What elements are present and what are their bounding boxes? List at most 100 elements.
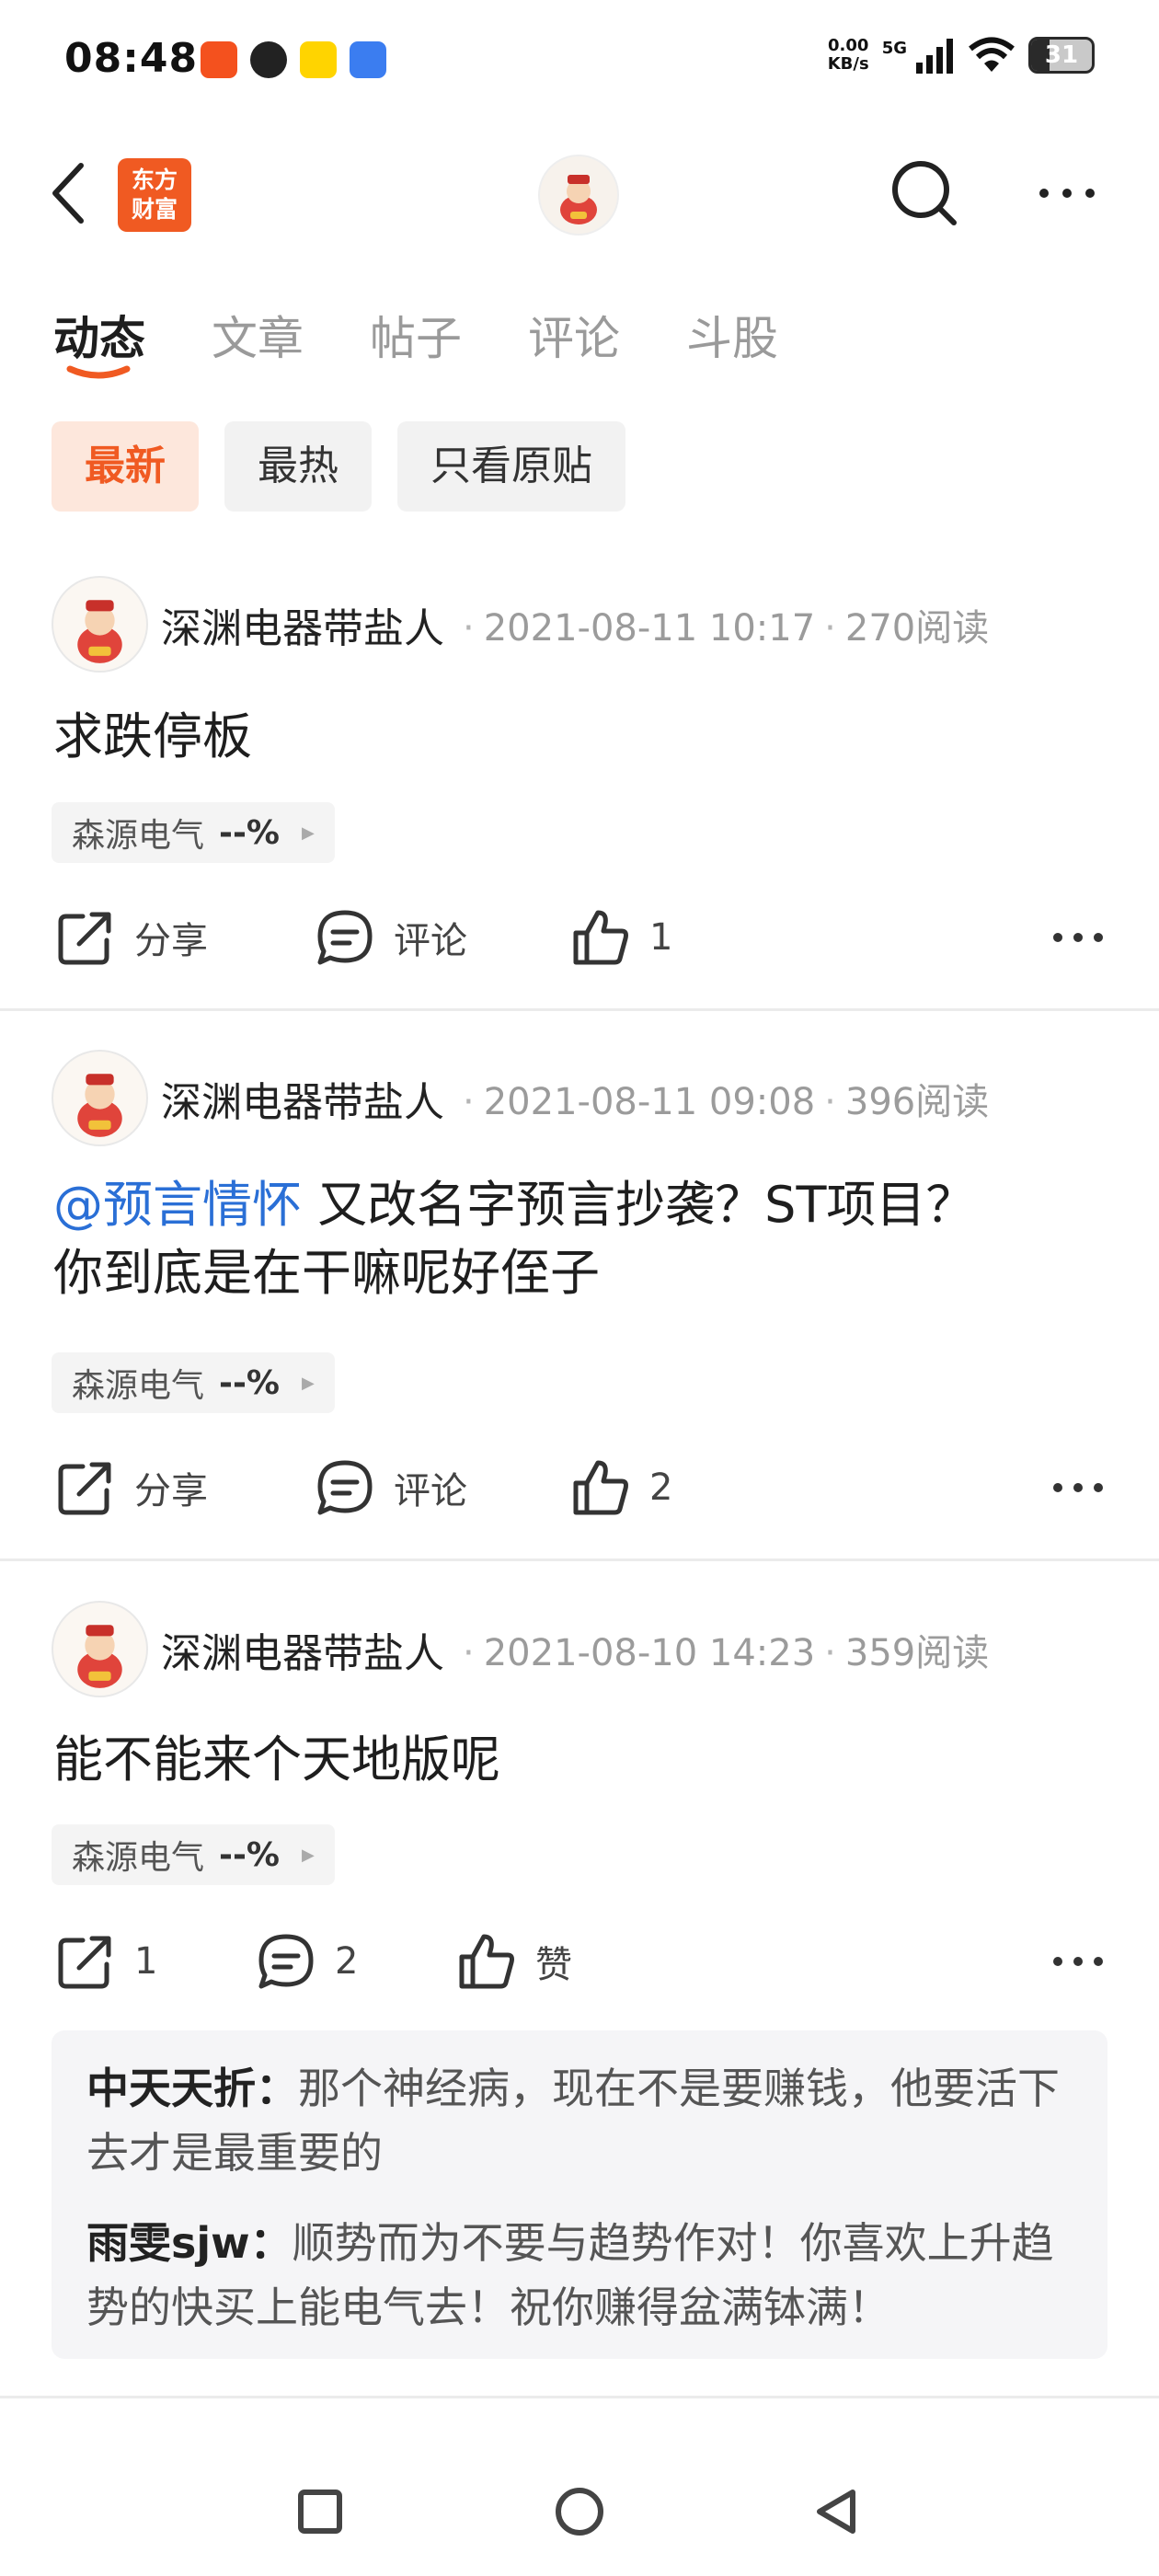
signal-icon	[916, 39, 953, 74]
filter-hottest[interactable]: 最热	[224, 421, 372, 512]
comment-button[interactable]: 评论	[315, 901, 467, 974]
tab-stock-battle[interactable]: 斗股	[686, 302, 778, 368]
more-horizontal-icon[interactable]	[1052, 1943, 1104, 1980]
comment-button[interactable]: 评论	[315, 1451, 467, 1524]
more-horizontal-icon[interactable]	[1052, 919, 1104, 956]
comment-preview[interactable]: 中天天折：那个神经病，现在不是要赚钱，他要活下去才是最重要的 雨雯sjw：顺势而…	[52, 2030, 1107, 2359]
more-horizontal-icon	[1039, 189, 1095, 198]
play-arrow-icon: ▶	[301, 1373, 315, 1393]
caishen-avatar-icon	[560, 175, 597, 224]
profile-avatar[interactable]	[538, 155, 619, 236]
play-arrow-icon: ▶	[301, 1845, 315, 1865]
active-tab-indicator	[66, 365, 131, 379]
home-icon[interactable]	[547, 2479, 612, 2544]
post-meta: · 2021-08-11 10:17 · 270阅读	[463, 606, 990, 650]
post-actions: 分享 评论 1	[55, 901, 1104, 974]
post-time: 2021-08-10 14:23	[483, 1631, 816, 1674]
caishen-avatar-icon	[77, 600, 122, 663]
network-type: 5G	[881, 39, 907, 58]
play-arrow-icon: ▶	[301, 822, 315, 843]
stock-tag[interactable]: 森源电气 --% ▶	[52, 802, 335, 863]
comment-icon	[317, 910, 373, 965]
stock-name: 森源电气	[72, 817, 205, 855]
search-button[interactable]	[888, 156, 961, 230]
status-bar: 08:48 0.00 KB/s 5G 31	[0, 0, 1159, 124]
app-notification-icon	[350, 41, 386, 78]
author-avatar[interactable]	[52, 1601, 148, 1697]
wifi-icon	[969, 37, 1015, 72]
post-content[interactable]: 求跌停板	[53, 703, 1111, 771]
like-button[interactable]: 2	[570, 1451, 672, 1524]
app-notification-icon	[201, 41, 237, 78]
tab-comments[interactable]: 评论	[528, 302, 620, 368]
comment-item: 中天天折：那个神经病，现在不是要赚钱，他要活下去才是最重要的	[86, 2056, 1073, 2185]
comment-item: 雨雯sjw：顺势而为不要与趋势作对！你喜欢上升趋势的快买上能电气去！祝你赚得盆满…	[86, 2211, 1073, 2340]
caishen-avatar-icon	[77, 1074, 122, 1137]
thumbs-up-icon	[573, 910, 628, 965]
more-button[interactable]	[1035, 175, 1099, 212]
app-notification-icon	[300, 41, 337, 78]
filter-latest[interactable]: 最新	[52, 421, 199, 512]
post-content[interactable]: 能不能来个天地版呢	[53, 1726, 1111, 1794]
comment-user[interactable]: 雨雯sjw：	[86, 2218, 293, 2268]
post-time: 2021-08-11 09:08	[483, 1080, 816, 1123]
network-speed: 0.00 KB/s	[827, 36, 869, 74]
stock-change: --%	[219, 1835, 280, 1874]
filter-original-only[interactable]: 只看原贴	[397, 421, 625, 512]
comment-user[interactable]: 中天天折：	[86, 2064, 298, 2113]
stock-tag[interactable]: 森源电气 --% ▶	[52, 1352, 335, 1413]
stock-name: 森源电气	[72, 1367, 205, 1405]
status-time: 08:48	[64, 35, 199, 82]
thumbs-up-icon	[459, 1934, 514, 1989]
author-avatar[interactable]	[52, 576, 148, 673]
post-content[interactable]: @预言情怀 又改名字预言抄袭？ST项目？ 你到底是在干嘛呢好侄子	[53, 1171, 1111, 1307]
author-name[interactable]: 深渊电器带盐人	[161, 595, 444, 654]
post-meta: · 2021-08-10 14:23 · 359阅读	[463, 1631, 990, 1674]
read-count: 270阅读	[844, 606, 990, 650]
back-button[interactable]	[46, 161, 92, 225]
post-meta: · 2021-08-11 09:08 · 396阅读	[463, 1080, 990, 1123]
stock-change: --%	[219, 1363, 280, 1402]
more-horizontal-icon[interactable]	[1052, 1469, 1104, 1506]
author-name[interactable]: 深渊电器带盐人	[161, 1069, 444, 1128]
thumbs-up-icon	[573, 1460, 628, 1515]
filter-bar: 最新 最热 只看原贴	[52, 421, 625, 512]
divider	[0, 2396, 1159, 2398]
divider	[0, 1558, 1159, 1561]
system-nav-bar	[0, 2447, 1159, 2576]
app-notification-icon	[250, 41, 287, 78]
read-count: 359阅读	[844, 1631, 990, 1674]
share-icon	[58, 1936, 111, 1989]
caishen-avatar-icon	[77, 1625, 122, 1688]
battery-icon: 31	[1028, 37, 1095, 74]
mention-link[interactable]: @预言情怀	[53, 1176, 302, 1234]
comment-button[interactable]: 2	[256, 1925, 358, 1998]
notification-icons	[201, 41, 386, 78]
like-button[interactable]: 赞	[456, 1925, 572, 1998]
author-avatar[interactable]	[52, 1050, 148, 1146]
app-logo[interactable]: 东方 财富	[118, 158, 191, 232]
tab-articles[interactable]: 文章	[212, 302, 304, 368]
back-triangle-icon[interactable]	[805, 2479, 869, 2544]
tab-posts[interactable]: 帖子	[370, 302, 462, 368]
comment-icon	[258, 1934, 314, 1989]
stock-name: 森源电气	[72, 1839, 205, 1877]
share-icon	[58, 1462, 111, 1515]
tab-dynamic[interactable]: 动态	[53, 302, 145, 368]
recent-apps-icon[interactable]	[288, 2479, 352, 2544]
divider	[0, 1008, 1159, 1011]
share-button[interactable]: 分享	[55, 1451, 208, 1524]
profile-tabs: 动态 文章 帖子 评论 斗股	[53, 302, 778, 368]
author-name[interactable]: 深渊电器带盐人	[161, 1620, 444, 1679]
post-time: 2021-08-11 10:17	[483, 606, 816, 650]
stock-tag[interactable]: 森源电气 --% ▶	[52, 1824, 335, 1885]
post-actions: 分享 评论 2	[55, 1451, 1104, 1524]
read-count: 396阅读	[844, 1080, 990, 1123]
search-icon	[892, 161, 957, 225]
share-button[interactable]: 1	[55, 1925, 157, 1998]
like-button[interactable]: 1	[570, 901, 672, 974]
share-button[interactable]: 分享	[55, 901, 208, 974]
share-icon	[58, 912, 111, 965]
post-actions: 1 2 赞	[55, 1925, 1104, 1998]
comment-icon	[317, 1460, 373, 1515]
